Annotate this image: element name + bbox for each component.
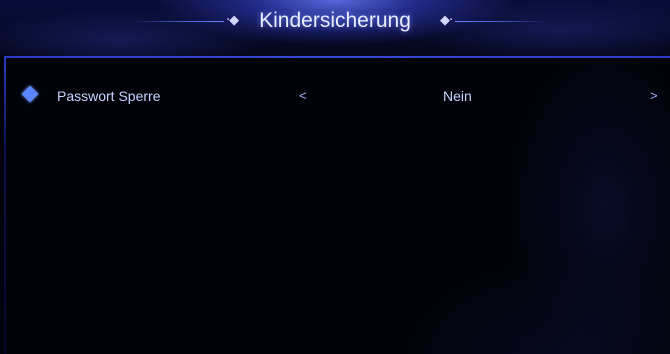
menu-item-value[interactable]: Nein [443, 86, 472, 106]
next-option-arrow[interactable]: > [650, 86, 658, 106]
parental-control-screen: ·◆ Kindersicherung ◆· Passwort Sperre < … [0, 0, 670, 354]
page-title: Kindersicherung [259, 9, 411, 32]
diamond-bullet-icon [21, 85, 39, 103]
diamond-ornament-icon: ◆· [440, 13, 453, 28]
header-rule-right [455, 21, 547, 22]
header-band: ·◆ Kindersicherung ◆· [0, 0, 670, 56]
previous-option-arrow[interactable]: < [299, 86, 307, 106]
menu-item-password-lock[interactable]: Passwort Sperre < Nein > [20, 84, 666, 108]
menu-item-label: Passwort Sperre [57, 88, 161, 104]
